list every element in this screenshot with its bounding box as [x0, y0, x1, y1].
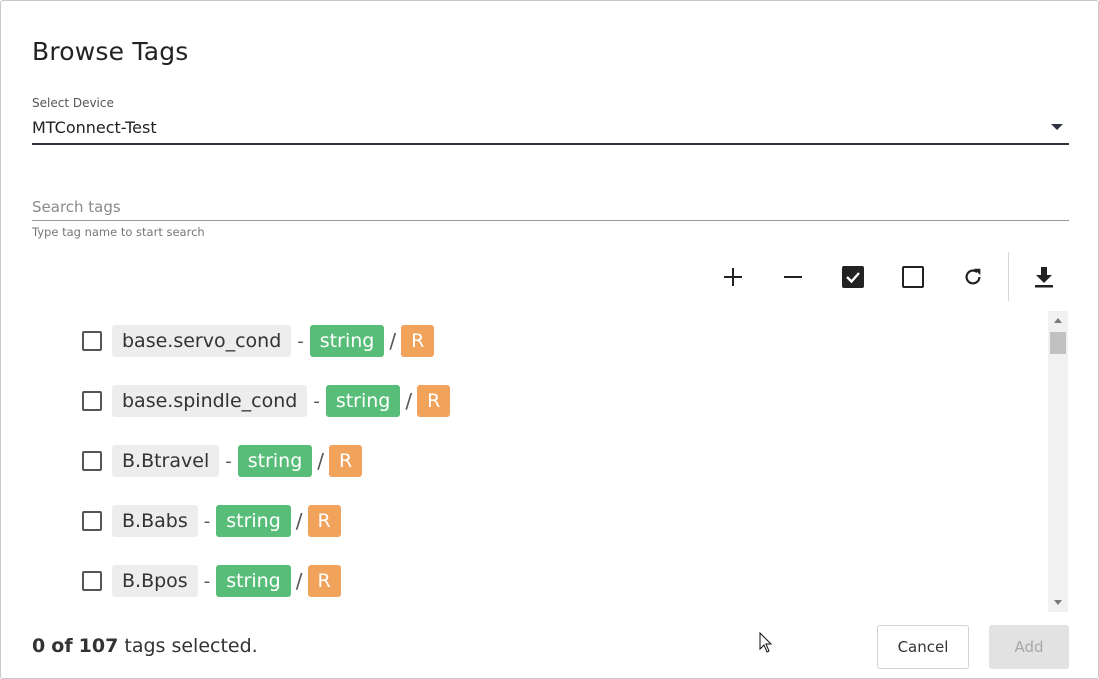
type-badge: string [237, 445, 313, 477]
access-badge: R [329, 445, 363, 477]
scroll-thumb[interactable] [1050, 332, 1066, 354]
tag-checkbox[interactable] [82, 511, 102, 531]
select-all-button[interactable] [833, 257, 873, 297]
selected-count: 0 [32, 635, 46, 657]
access-badge: R [417, 385, 451, 417]
tag-name: base.spindle_cond [112, 385, 308, 417]
separator-slash: / [295, 569, 303, 593]
refresh-icon [965, 268, 981, 285]
list-scrollbar[interactable] [1048, 311, 1068, 612]
check-all-icon [842, 266, 864, 288]
uncheck-all-icon [902, 266, 924, 288]
separator-slash: / [389, 329, 397, 353]
separator-dash: - [297, 330, 304, 352]
download-button[interactable] [1024, 257, 1064, 297]
scroll-up-arrow-icon[interactable] [1054, 318, 1062, 323]
type-badge: string [325, 385, 401, 417]
tag-checkbox[interactable] [82, 331, 102, 351]
select-device-label: Select Device [32, 96, 114, 110]
access-badge: R [307, 565, 341, 597]
minus-icon [784, 276, 802, 278]
mouse-pointer-icon [759, 632, 773, 653]
tag-row: B.Btravel - string / R [32, 441, 363, 481]
tag-name: B.Bpos [112, 565, 198, 597]
dialog-title: Browse Tags [32, 37, 189, 66]
separator-dash: - [313, 390, 320, 412]
device-select[interactable]: MTConnect-Test [32, 113, 1069, 145]
tag-row: B.Babs - string / R [32, 501, 341, 541]
separator-slash: / [317, 449, 325, 473]
toolbar-divider [1008, 252, 1009, 301]
separator-slash: / [405, 389, 413, 413]
total-count: 107 [78, 635, 119, 657]
tag-checkbox[interactable] [82, 391, 102, 411]
tag-list: base.servo_cond - string / R base.spindl… [32, 311, 1069, 612]
tag-checkbox[interactable] [82, 571, 102, 591]
search-hint: Type tag name to start search [32, 225, 205, 239]
tag-row: base.spindle_cond - string / R [32, 381, 451, 421]
type-badge: string [216, 565, 291, 597]
separator-dash: - [203, 570, 211, 592]
tag-name: base.servo_cond [112, 325, 292, 357]
download-icon [1035, 267, 1053, 288]
separator-dash: - [225, 450, 232, 472]
add-button[interactable]: Add [989, 625, 1069, 669]
plus-icon [724, 268, 742, 286]
type-badge: string [309, 325, 385, 357]
browse-tags-dialog: Browse Tags Select Device MTConnect-Test… [0, 0, 1099, 679]
scroll-down-arrow-icon[interactable] [1054, 600, 1062, 605]
separator-slash: / [295, 509, 303, 533]
cancel-button[interactable]: Cancel [877, 625, 969, 669]
access-badge: R [307, 505, 341, 537]
deselect-all-button[interactable] [893, 257, 933, 297]
tag-checkbox[interactable] [82, 451, 102, 471]
selection-status: 0 of 107 tags selected. [32, 635, 258, 657]
caret-down-icon [1051, 124, 1063, 130]
device-select-value: MTConnect-Test [32, 118, 157, 137]
access-badge: R [401, 325, 435, 357]
of-text: of [51, 635, 73, 657]
tag-name: B.Btravel [112, 445, 220, 477]
search-input[interactable] [32, 193, 1069, 221]
separator-dash: - [203, 510, 211, 532]
selection-suffix: tags selected. [124, 635, 258, 657]
tag-name: B.Babs [112, 505, 198, 537]
tag-row: base.servo_cond - string / R [32, 321, 435, 361]
tag-row: B.Bpos - string / R [32, 561, 341, 601]
type-badge: string [216, 505, 291, 537]
expand-all-button[interactable] [713, 257, 753, 297]
refresh-button[interactable] [953, 257, 993, 297]
collapse-all-button[interactable] [773, 257, 813, 297]
